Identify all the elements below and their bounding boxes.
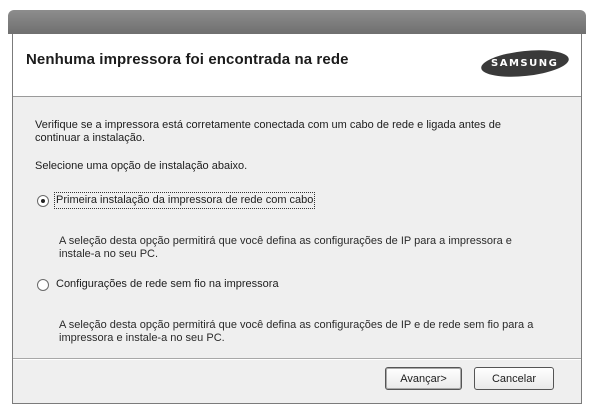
- option-wireless-label[interactable]: Configurações de rede sem fio na impress…: [56, 278, 279, 291]
- radio-button[interactable]: [37, 278, 49, 291]
- option-wireless-desc-2: impressora e instale-a no seu PC.: [59, 332, 225, 344]
- option-wireless-desc-1: A seleção desta opção permitirá que você…: [59, 319, 534, 331]
- option-wired-desc-2: instale-a no seu PC.: [59, 248, 159, 260]
- option-wired-label[interactable]: Primeira instalação da impressora de red…: [53, 192, 316, 209]
- option-wired-network[interactable]: Primeira instalação da impressora de red…: [37, 192, 316, 209]
- footer-divider: [13, 358, 581, 360]
- dialog-header: Nenhuma impressora foi encontrada na red…: [13, 34, 581, 97]
- samsung-logo: SAMSUNG: [479, 46, 571, 81]
- radio-button-selected[interactable]: [37, 194, 49, 207]
- intro-line-2: continuar a instalação.: [35, 132, 146, 144]
- next-button[interactable]: Avançar>: [385, 367, 462, 390]
- dialog-title: Nenhuma impressora foi encontrada na red…: [26, 51, 349, 68]
- intro-line-1: Verifique se a impressora está corretame…: [35, 119, 501, 131]
- logo-text: SAMSUNG: [491, 58, 559, 70]
- window-titlebar[interactable]: [8, 10, 586, 34]
- option-wireless-network[interactable]: Configurações de rede sem fio na impress…: [37, 278, 279, 291]
- install-prompt: Selecione uma opção de instalação abaixo…: [35, 160, 248, 172]
- cancel-button[interactable]: Cancelar: [474, 367, 554, 390]
- option-wired-desc-1: A seleção desta opção permitirá que você…: [59, 235, 512, 247]
- installer-dialog: Nenhuma impressora foi encontrada na red…: [12, 34, 582, 404]
